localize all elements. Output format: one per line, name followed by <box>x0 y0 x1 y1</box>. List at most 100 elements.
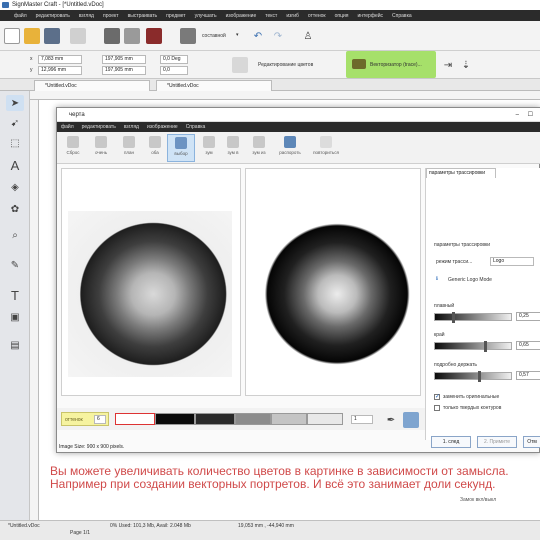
edge-value[interactable]: 0,65 <box>516 341 540 350</box>
menu-view[interactable]: взгляд <box>79 13 94 19</box>
select-button[interactable]: выбор <box>167 134 195 162</box>
undo-icon[interactable]: ↶ <box>250 28 266 44</box>
arrange-down-icon[interactable]: ⇣ <box>458 57 474 73</box>
next-button[interactable]: 1. след <box>431 436 471 448</box>
swatch-white[interactable] <box>115 413 155 425</box>
arrange-right-icon[interactable]: ⇥ <box>440 57 456 73</box>
zoom-in-button[interactable]: зум в <box>219 134 247 162</box>
maximize-icon[interactable]: ☐ <box>528 108 533 122</box>
x-field[interactable]: 7,083 mm <box>38 55 82 64</box>
very-label: очень <box>94 150 108 155</box>
reset-icon <box>67 136 79 148</box>
open-folder-icon[interactable] <box>24 28 40 44</box>
clipart-icon[interactable]: ✿ <box>6 201 24 217</box>
dlg-menu-file[interactable]: файл <box>61 124 74 130</box>
new-document-icon[interactable] <box>4 28 20 44</box>
edit-colors-button[interactable]: Редактирование цветов <box>258 62 313 68</box>
status-tab-label[interactable]: *Untitled.vDoc <box>8 523 40 529</box>
redo-button[interactable]: повториться <box>307 134 345 162</box>
solid-contours-checkbox[interactable] <box>434 405 440 411</box>
menu-edit[interactable]: редактировать <box>36 13 70 19</box>
menu-text[interactable]: текст <box>265 13 277 19</box>
angle-field[interactable]: 0,0 Deg <box>160 55 188 64</box>
y-field[interactable]: 12,996 mm <box>38 66 82 75</box>
type-tool-icon[interactable]: T <box>6 287 24 303</box>
menu-color[interactable]: оттенок <box>308 13 326 19</box>
swatch-lighter-gray[interactable] <box>307 413 343 425</box>
tab-document-1[interactable]: *Untitled.vDoc <box>34 80 150 91</box>
menu-curve[interactable]: изгиб <box>286 13 299 19</box>
redo-icon[interactable]: ↷ <box>270 28 286 44</box>
minimize-icon[interactable]: – <box>516 108 519 122</box>
zoom-out-button[interactable]: зум из <box>245 134 273 162</box>
shades-spinner[interactable]: 6 <box>94 415 106 424</box>
menu-image[interactable]: изображение <box>226 13 257 19</box>
height-field[interactable]: 197,905 mm <box>102 66 146 75</box>
cancel-button[interactable]: Отм <box>523 436 540 448</box>
menu-arrange[interactable]: выстраивать <box>128 13 158 19</box>
menu-project[interactable]: проект <box>103 13 119 19</box>
traced-photo[interactable] <box>252 211 416 377</box>
print-icon[interactable] <box>104 28 120 44</box>
settings-tab[interactable]: параметры трассировки <box>426 168 496 178</box>
menu-object[interactable]: предмет <box>166 13 185 19</box>
undo-icon <box>284 136 296 148</box>
smooth-slider-knob[interactable] <box>452 312 455 323</box>
swatch-black[interactable] <box>155 413 195 425</box>
text-tool-icon[interactable]: A <box>6 157 24 173</box>
menu-enhance[interactable]: улучшать <box>195 13 217 19</box>
edge-slider-knob[interactable] <box>484 341 487 352</box>
detail-slider-knob[interactable] <box>478 371 481 382</box>
edge-slider[interactable] <box>434 341 512 352</box>
menu-help[interactable]: Справка <box>392 13 412 19</box>
swatch-gray[interactable] <box>235 413 271 425</box>
detail-slider[interactable] <box>434 371 512 382</box>
dlg-menu-edit[interactable]: редактировать <box>82 124 116 130</box>
bell-icon[interactable]: ♙ <box>300 28 316 44</box>
eyedropper-icon[interactable]: ✒ <box>383 412 399 428</box>
smooth-slider[interactable] <box>434 312 512 323</box>
very-button[interactable]: очень <box>87 134 115 162</box>
both-button[interactable]: оба <box>141 134 169 162</box>
swatch-light-gray[interactable] <box>271 413 307 425</box>
vectorizer-highlight[interactable]: Векторизатор (trace)... <box>346 51 436 78</box>
mode-label[interactable]: составной <box>202 33 226 39</box>
save-icon[interactable] <box>44 28 60 44</box>
zoom-tool-icon[interactable]: ⌕ <box>6 227 24 243</box>
swatch-dark-gray[interactable] <box>195 413 235 425</box>
pen-tool-icon[interactable]: ✎ <box>6 257 24 273</box>
edit-colors-icon[interactable] <box>232 57 248 73</box>
dlg-menu-help[interactable]: Справка <box>186 124 206 130</box>
transform-icon[interactable]: ⬚ <box>6 135 24 151</box>
select-arrow-icon[interactable]: ➤ <box>6 95 24 111</box>
undo-button[interactable]: распороть <box>273 134 307 162</box>
detail-value[interactable]: 0,57 <box>516 371 540 380</box>
trace-mode-select[interactable]: Logo <box>490 257 534 266</box>
original-photo[interactable] <box>68 211 232 377</box>
menu-option[interactable]: опция <box>335 13 349 19</box>
import-icon[interactable] <box>70 28 86 44</box>
reset-button[interactable]: Сброс <box>59 134 87 162</box>
slant-field[interactable]: 0,0 <box>160 66 188 75</box>
replace-original-checkbox[interactable] <box>434 393 440 400</box>
image-tool-icon[interactable]: ▤ <box>6 337 24 353</box>
plan-button[interactable]: план <box>115 134 143 162</box>
menu-file[interactable]: файл <box>14 13 27 19</box>
width-field[interactable]: 197,905 mm <box>102 55 146 64</box>
apply-button[interactable]: 2. Примите <box>477 436 517 448</box>
menu-interface[interactable]: интерфейс <box>357 13 383 19</box>
compound-icon[interactable] <box>180 28 196 44</box>
shape-tool-icon[interactable]: ◈ <box>6 179 24 195</box>
cut-plotter-icon[interactable] <box>124 28 140 44</box>
color-cup-icon[interactable] <box>146 28 162 44</box>
mode-dropdown-icon[interactable]: ▾ <box>236 32 239 38</box>
node-edit-icon[interactable]: ➹ <box>6 115 24 131</box>
dlg-menu-image[interactable]: изображение <box>147 124 178 130</box>
zoom-select[interactable]: 1 <box>351 415 373 424</box>
smooth-value[interactable]: 0,25 <box>516 312 540 321</box>
tab-document-2[interactable]: *Untitled.vDoc <box>156 80 272 91</box>
app-logo-icon <box>2 2 9 8</box>
weld-tool-icon[interactable]: ▣ <box>6 309 24 325</box>
color-picker-icon[interactable] <box>403 412 419 428</box>
dlg-menu-view[interactable]: взгляд <box>124 124 139 130</box>
